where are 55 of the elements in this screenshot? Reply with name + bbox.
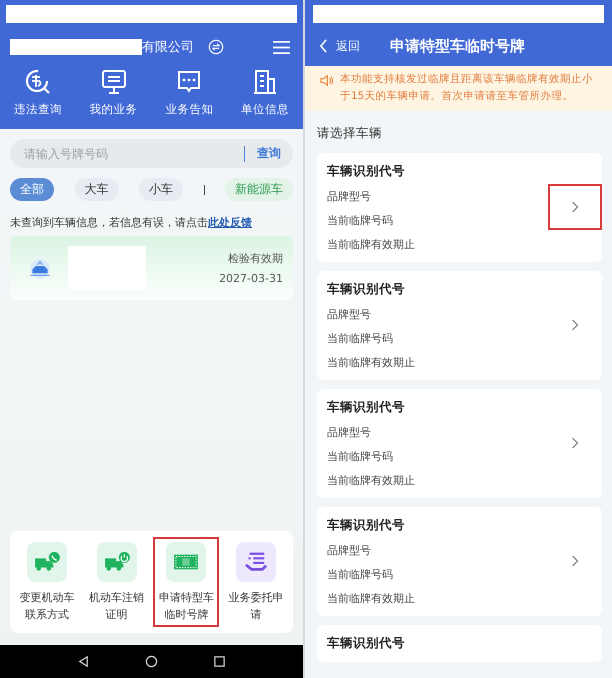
- field-label: 当前临牌有效期止: [327, 590, 416, 606]
- vehicle-id-label: 车辆识别代号: [327, 516, 406, 534]
- recents-icon[interactable]: [212, 655, 226, 668]
- notice-text: 未查询到车辆信息，若信息有误，请点击此处反馈: [10, 215, 253, 230]
- field-label: 当前临牌有效期止: [327, 236, 416, 252]
- chevron-right-icon: [571, 437, 579, 450]
- field-label: 当前临牌号码: [327, 212, 394, 228]
- vehicle-card[interactable]: 车辆识别代号 品牌型号 当前临牌号码 当前临牌有效期止: [317, 152, 602, 262]
- field-label: 品牌型号: [327, 188, 372, 204]
- section-title: 请选择车辆: [317, 124, 383, 142]
- quick-action[interactable]: 单位信息: [241, 68, 290, 117]
- vehicle-id-label: 车辆识别代号: [327, 398, 406, 416]
- home-icon[interactable]: [144, 655, 158, 668]
- page-title: 申请特型车临时号牌: [390, 36, 525, 56]
- vehicle-card[interactable]: 车辆识别代号 品牌型号 当前临牌号码 当前临牌有效期止: [317, 270, 602, 380]
- field-label: 品牌型号: [327, 542, 372, 558]
- service-item[interactable]: 申请特型车临时号牌: [153, 537, 220, 627]
- quick-action[interactable]: 我的业务: [90, 68, 138, 117]
- chevron-right-icon: [571, 201, 579, 214]
- vehicle-id-label: 车辆识别代号: [327, 280, 406, 298]
- company-name: 有限公司: [142, 39, 194, 56]
- inspection-label: 检验有效期: [228, 251, 283, 266]
- service-item[interactable]: 业务委托申请: [223, 537, 290, 627]
- field-label: 当前临牌有效期止: [327, 472, 416, 488]
- chevron-right-icon: [571, 555, 579, 568]
- service-item[interactable]: 机动车注销证明: [84, 537, 150, 627]
- feedback-link[interactable]: 此处反馈: [208, 216, 252, 229]
- service-item[interactable]: 变更机动车联系方式: [14, 537, 80, 627]
- field-label: 品牌型号: [327, 306, 372, 322]
- back-icon[interactable]: [77, 655, 90, 668]
- notice-text: 本功能支持核发过临牌且距离该车辆临牌有效期止小于15天的车辆申请。首次申请请至车管所办理。: [340, 72, 594, 104]
- switch-icon[interactable]: [208, 39, 224, 55]
- chevron-right-icon: [571, 319, 579, 332]
- field-label: 当前临牌号码: [327, 330, 394, 346]
- quick-action[interactable]: 违法查询: [14, 68, 62, 117]
- chevron-left-icon: [319, 39, 328, 53]
- vehicle-id-label: 车辆识别代号: [327, 634, 406, 652]
- field-label: 当前临牌有效期止: [327, 354, 416, 370]
- filter-chip[interactable]: 小车: [139, 178, 183, 201]
- filter-chip[interactable]: 大车: [74, 178, 118, 201]
- inspection-date: 2027-03-31: [219, 272, 283, 285]
- speaker-icon: [319, 73, 334, 88]
- vehicle-id-label: 车辆识别代号: [327, 162, 406, 180]
- vehicle-card[interactable]: 车辆识别代号: [317, 624, 602, 662]
- back-button[interactable]: 返回: [319, 38, 360, 54]
- quick-action[interactable]: 业务告知: [165, 68, 214, 117]
- vehicle-card[interactable]: 车辆识别代号 品牌型号 当前临牌号码 当前临牌有效期止: [317, 506, 602, 616]
- field-label: 品牌型号: [327, 424, 372, 440]
- menu-icon[interactable]: [272, 40, 291, 54]
- magnifier-icon: [24, 68, 52, 96]
- monitor-icon: [100, 68, 128, 96]
- vehicle-card[interactable]: 车辆识别代号 品牌型号 当前临牌号码 当前临牌有效期止: [317, 388, 602, 498]
- vehicle-card[interactable]: 检验有效期 2027-03-31: [10, 236, 293, 300]
- field-label: 当前临牌号码: [327, 448, 394, 464]
- field-label: 当前临牌号码: [327, 566, 394, 582]
